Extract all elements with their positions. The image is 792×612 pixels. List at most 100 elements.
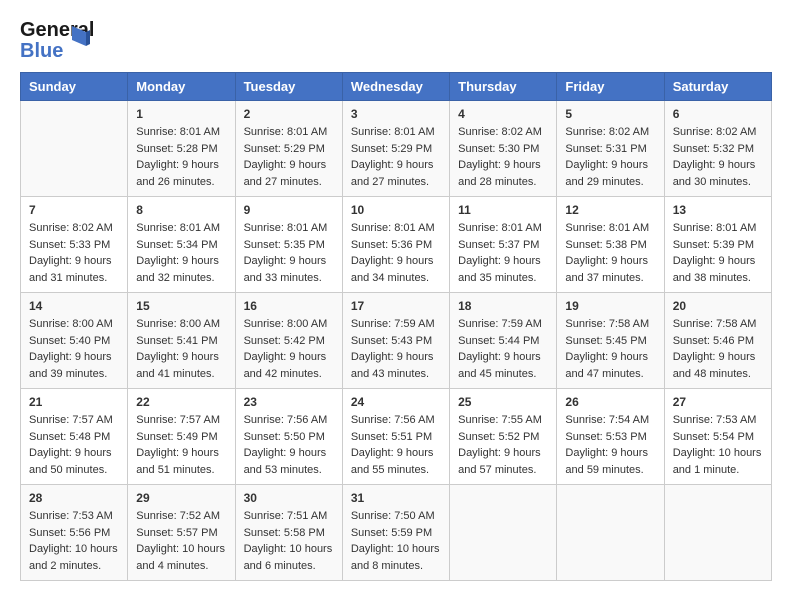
sunset: Sunset: 5:35 PM [244, 239, 325, 251]
calendar-cell: 25 Sunrise: 7:55 AM Sunset: 5:52 PM Dayl… [450, 389, 557, 485]
day-number: 2 [244, 107, 334, 121]
day-number: 22 [136, 395, 226, 409]
day-number: 20 [673, 299, 763, 313]
sunrise: Sunrise: 7:58 AM [673, 318, 757, 330]
day-info: Sunrise: 8:01 AM Sunset: 5:37 PM Dayligh… [458, 220, 548, 286]
day-number: 13 [673, 203, 763, 217]
day-info: Sunrise: 7:50 AM Sunset: 5:59 PM Dayligh… [351, 508, 441, 574]
day-number: 5 [565, 107, 655, 121]
sunset: Sunset: 5:32 PM [673, 143, 754, 155]
daylight: Daylight: 9 hours and 47 minutes. [565, 351, 648, 380]
sunset: Sunset: 5:53 PM [565, 431, 646, 443]
header-cell-monday: Monday [128, 73, 235, 101]
calendar-header: SundayMondayTuesdayWednesdayThursdayFrid… [21, 73, 772, 101]
daylight: Daylight: 9 hours and 32 minutes. [136, 255, 219, 284]
daylight: Daylight: 10 hours and 1 minute. [673, 447, 762, 476]
daylight: Daylight: 9 hours and 29 minutes. [565, 159, 648, 188]
calendar-cell: 16 Sunrise: 8:00 AM Sunset: 5:42 PM Dayl… [235, 293, 342, 389]
calendar-cell: 23 Sunrise: 7:56 AM Sunset: 5:50 PM Dayl… [235, 389, 342, 485]
daylight: Daylight: 10 hours and 2 minutes. [29, 543, 118, 572]
sunrise: Sunrise: 7:59 AM [458, 318, 542, 330]
day-info: Sunrise: 7:54 AM Sunset: 5:53 PM Dayligh… [565, 412, 655, 478]
daylight: Daylight: 9 hours and 30 minutes. [673, 159, 756, 188]
day-info: Sunrise: 8:01 AM Sunset: 5:39 PM Dayligh… [673, 220, 763, 286]
sunrise: Sunrise: 8:00 AM [29, 318, 113, 330]
sunrise: Sunrise: 7:56 AM [351, 414, 435, 426]
sunset: Sunset: 5:50 PM [244, 431, 325, 443]
day-number: 4 [458, 107, 548, 121]
sunset: Sunset: 5:38 PM [565, 239, 646, 251]
day-info: Sunrise: 7:59 AM Sunset: 5:44 PM Dayligh… [458, 316, 548, 382]
sunset: Sunset: 5:52 PM [458, 431, 539, 443]
sunrise: Sunrise: 8:01 AM [565, 222, 649, 234]
sunrise: Sunrise: 7:54 AM [565, 414, 649, 426]
calendar-cell: 8 Sunrise: 8:01 AM Sunset: 5:34 PM Dayli… [128, 197, 235, 293]
calendar-cell [21, 101, 128, 197]
day-info: Sunrise: 8:02 AM Sunset: 5:32 PM Dayligh… [673, 124, 763, 190]
sunrise: Sunrise: 7:57 AM [136, 414, 220, 426]
daylight: Daylight: 9 hours and 34 minutes. [351, 255, 434, 284]
header-row: SundayMondayTuesdayWednesdayThursdayFrid… [21, 73, 772, 101]
calendar-cell: 18 Sunrise: 7:59 AM Sunset: 5:44 PM Dayl… [450, 293, 557, 389]
sunrise: Sunrise: 8:01 AM [136, 126, 220, 138]
day-info: Sunrise: 7:53 AM Sunset: 5:56 PM Dayligh… [29, 508, 119, 574]
day-info: Sunrise: 8:01 AM Sunset: 5:36 PM Dayligh… [351, 220, 441, 286]
sunset: Sunset: 5:33 PM [29, 239, 110, 251]
sunset: Sunset: 5:29 PM [244, 143, 325, 155]
sunset: Sunset: 5:40 PM [29, 335, 110, 347]
sunset: Sunset: 5:48 PM [29, 431, 110, 443]
sunset: Sunset: 5:29 PM [351, 143, 432, 155]
sunrise: Sunrise: 7:50 AM [351, 510, 435, 522]
sunset: Sunset: 5:57 PM [136, 527, 217, 539]
sunrise: Sunrise: 7:53 AM [673, 414, 757, 426]
sunset: Sunset: 5:43 PM [351, 335, 432, 347]
day-number: 14 [29, 299, 119, 313]
calendar-cell: 29 Sunrise: 7:52 AM Sunset: 5:57 PM Dayl… [128, 485, 235, 581]
daylight: Daylight: 9 hours and 28 minutes. [458, 159, 541, 188]
calendar-row: 14 Sunrise: 8:00 AM Sunset: 5:40 PM Dayl… [21, 293, 772, 389]
day-info: Sunrise: 8:00 AM Sunset: 5:42 PM Dayligh… [244, 316, 334, 382]
day-info: Sunrise: 7:58 AM Sunset: 5:45 PM Dayligh… [565, 316, 655, 382]
day-info: Sunrise: 8:00 AM Sunset: 5:40 PM Dayligh… [29, 316, 119, 382]
sunset: Sunset: 5:58 PM [244, 527, 325, 539]
daylight: Daylight: 9 hours and 43 minutes. [351, 351, 434, 380]
calendar-cell: 30 Sunrise: 7:51 AM Sunset: 5:58 PM Dayl… [235, 485, 342, 581]
daylight: Daylight: 9 hours and 37 minutes. [565, 255, 648, 284]
day-number: 26 [565, 395, 655, 409]
calendar-table: SundayMondayTuesdayWednesdayThursdayFrid… [20, 72, 772, 581]
calendar-cell: 10 Sunrise: 8:01 AM Sunset: 5:36 PM Dayl… [342, 197, 449, 293]
sunrise: Sunrise: 7:51 AM [244, 510, 328, 522]
day-number: 11 [458, 203, 548, 217]
calendar-cell [664, 485, 771, 581]
day-number: 6 [673, 107, 763, 121]
day-number: 12 [565, 203, 655, 217]
sunset: Sunset: 5:34 PM [136, 239, 217, 251]
day-number: 15 [136, 299, 226, 313]
daylight: Daylight: 9 hours and 45 minutes. [458, 351, 541, 380]
daylight: Daylight: 9 hours and 33 minutes. [244, 255, 327, 284]
sunrise: Sunrise: 8:02 AM [29, 222, 113, 234]
sunrise: Sunrise: 8:01 AM [136, 222, 220, 234]
calendar-cell: 14 Sunrise: 8:00 AM Sunset: 5:40 PM Dayl… [21, 293, 128, 389]
calendar-cell: 17 Sunrise: 7:59 AM Sunset: 5:43 PM Dayl… [342, 293, 449, 389]
sunrise: Sunrise: 8:01 AM [351, 222, 435, 234]
calendar-body: 1 Sunrise: 8:01 AM Sunset: 5:28 PM Dayli… [21, 101, 772, 581]
sunrise: Sunrise: 7:58 AM [565, 318, 649, 330]
page-header: General Blue [20, 20, 772, 62]
day-number: 3 [351, 107, 441, 121]
sunset: Sunset: 5:45 PM [565, 335, 646, 347]
day-number: 17 [351, 299, 441, 313]
calendar-cell: 26 Sunrise: 7:54 AM Sunset: 5:53 PM Dayl… [557, 389, 664, 485]
sunset: Sunset: 5:36 PM [351, 239, 432, 251]
day-number: 8 [136, 203, 226, 217]
header-cell-sunday: Sunday [21, 73, 128, 101]
daylight: Daylight: 9 hours and 42 minutes. [244, 351, 327, 380]
day-info: Sunrise: 8:01 AM Sunset: 5:38 PM Dayligh… [565, 220, 655, 286]
day-number: 21 [29, 395, 119, 409]
day-number: 1 [136, 107, 226, 121]
day-info: Sunrise: 7:57 AM Sunset: 5:48 PM Dayligh… [29, 412, 119, 478]
sunset: Sunset: 5:30 PM [458, 143, 539, 155]
day-info: Sunrise: 8:02 AM Sunset: 5:33 PM Dayligh… [29, 220, 119, 286]
calendar-cell: 13 Sunrise: 8:01 AM Sunset: 5:39 PM Dayl… [664, 197, 771, 293]
day-info: Sunrise: 7:56 AM Sunset: 5:50 PM Dayligh… [244, 412, 334, 478]
